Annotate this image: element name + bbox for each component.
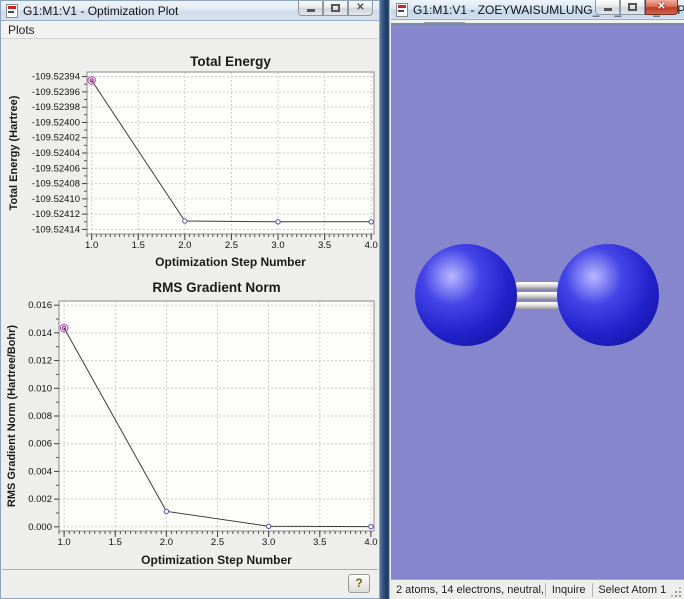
svg-text:Total Energy: Total Energy (190, 54, 271, 69)
svg-text:-109.52408: -109.52408 (32, 179, 80, 190)
maximize-button[interactable] (323, 1, 348, 16)
minimize-button[interactable] (595, 0, 620, 15)
rms-gradient-norm-chart[interactable]: 1.0 1.5 2.0 2.5 3.0 3.5 4.0 0.016 0.014 0.012 0.01… (2, 274, 380, 570)
inquire-mode-label: Inquire (546, 584, 592, 596)
svg-text:0.010: 0.010 (28, 383, 52, 394)
svg-text:3.5: 3.5 (313, 537, 326, 548)
svg-text:Total Energy (Hartree): Total Energy (Hartree) (8, 95, 20, 210)
gaussview-document-icon (6, 4, 18, 18)
svg-text:1.0: 1.0 (58, 537, 71, 548)
nitrogen-atom-1[interactable] (415, 244, 517, 346)
svg-text:2.0: 2.0 (178, 240, 191, 251)
svg-text:0.000: 0.000 (28, 522, 52, 533)
svg-text:-109.52396: -109.52396 (32, 87, 80, 98)
molecule-view-window: G1:M1:V1 - ZOEYWAISUMLUNG_N2_OPTF_POP.LO… (380, 0, 684, 599)
svg-text:4.0: 4.0 (364, 537, 377, 548)
close-icon: ✕ (356, 3, 364, 13)
select-atom-label: Select Atom 1 (592, 584, 672, 596)
gaussview-document-icon (396, 3, 408, 17)
svg-text:-109.52398: -109.52398 (32, 102, 80, 113)
close-button[interactable]: ✕ (348, 1, 373, 16)
svg-text:-109.52412: -109.52412 (32, 209, 80, 220)
svg-text:0.016: 0.016 (28, 300, 52, 311)
svg-text:4.0: 4.0 (365, 240, 378, 251)
svg-text:0.012: 0.012 (28, 356, 52, 367)
molecule-statusbar: 2 atoms, 14 electrons, neutral, singlet … (391, 579, 684, 599)
svg-text:RMS Gradient Norm (Hartree/Boh: RMS Gradient Norm (Hartree/Bohr) (6, 325, 18, 507)
triple-bond-bar-3[interactable] (515, 302, 559, 309)
charts-area: 1.0 1.5 2.0 2.5 3.0 3.5 4.0 -109.52394 -109.5239… (2, 40, 378, 569)
close-icon: ✕ (657, 2, 665, 12)
svg-text:0.008: 0.008 (28, 411, 52, 422)
molecule-info-text: 2 atoms, 14 electrons, neutral, singlet (391, 584, 545, 596)
svg-text:-109.52410: -109.52410 (32, 194, 80, 205)
svg-text:3.5: 3.5 (318, 240, 331, 251)
svg-text:2.0: 2.0 (160, 537, 173, 548)
svg-text:-109.52400: -109.52400 (32, 117, 80, 128)
menu-item-plots[interactable]: Plots (1, 22, 42, 38)
nitrogen-atom-2[interactable] (557, 244, 659, 346)
minimize-icon (604, 8, 612, 11)
svg-text:0.006: 0.006 (28, 439, 52, 450)
plot-window-titlebar[interactable]: G1:M1:V1 - Optimization Plot ✕ (1, 1, 379, 21)
maximize-button[interactable] (620, 0, 645, 15)
maximize-icon (331, 4, 340, 12)
svg-text:RMS Gradient Norm: RMS Gradient Norm (152, 280, 280, 295)
plot-window-caption-buttons: ✕ (298, 1, 373, 16)
minimize-icon (307, 9, 315, 12)
plot-window-footer: ? (2, 569, 378, 597)
resize-grip[interactable] (672, 586, 682, 598)
svg-text:1.5: 1.5 (132, 240, 145, 251)
molecule-window-titlebar[interactable]: G1:M1:V1 - ZOEYWAISUMLUNG_N2_OPTF_POP.LO… (391, 0, 684, 20)
svg-text:Optimization Step Number: Optimization Step Number (155, 255, 306, 269)
svg-text:-109.52394: -109.52394 (32, 72, 80, 83)
svg-text:0.004: 0.004 (28, 466, 52, 477)
molecule-window-caption-buttons: ✕ (595, 0, 678, 15)
svg-text:-109.52402: -109.52402 (32, 133, 80, 144)
minimize-button[interactable] (298, 1, 323, 16)
molecule-viewport[interactable] (391, 23, 684, 579)
help-button[interactable]: ? (348, 574, 370, 593)
svg-text:1.5: 1.5 (109, 537, 122, 548)
svg-text:-109.52406: -109.52406 (32, 163, 80, 174)
svg-text:0.014: 0.014 (28, 328, 52, 339)
maximize-icon (628, 3, 637, 11)
svg-text:-109.52414: -109.52414 (32, 224, 80, 235)
close-button[interactable]: ✕ (645, 0, 678, 15)
svg-text:3.0: 3.0 (271, 240, 284, 251)
optimization-plot-window: G1:M1:V1 - Optimization Plot ✕ Plots 1.0… (0, 0, 380, 599)
molecule-window-content: G1:M1:V1 - ZOEYWAISUMLUNG_N2_OPTF_POP.LO… (391, 0, 684, 599)
svg-text:Optimization Step Number: Optimization Step Number (141, 553, 292, 567)
svg-text:3.0: 3.0 (262, 537, 275, 548)
svg-text:2.5: 2.5 (211, 537, 224, 548)
svg-text:2.5: 2.5 (225, 240, 238, 251)
desktop: G1:M1:V1 - Optimization Plot ✕ Plots 1.0… (0, 0, 684, 599)
svg-text:1.0: 1.0 (85, 240, 98, 251)
svg-text:-109.52404: -109.52404 (32, 148, 80, 159)
svg-text:0.002: 0.002 (28, 494, 52, 505)
window-frame-edge (380, 0, 390, 599)
triple-bond-bar-1[interactable] (515, 282, 559, 289)
total-energy-chart[interactable]: 1.0 1.5 2.0 2.5 3.0 3.5 4.0 -109.52394 -109.5239… (2, 42, 380, 272)
triple-bond-bar-2[interactable] (515, 292, 559, 299)
plot-menubar: Plots (1, 21, 379, 39)
